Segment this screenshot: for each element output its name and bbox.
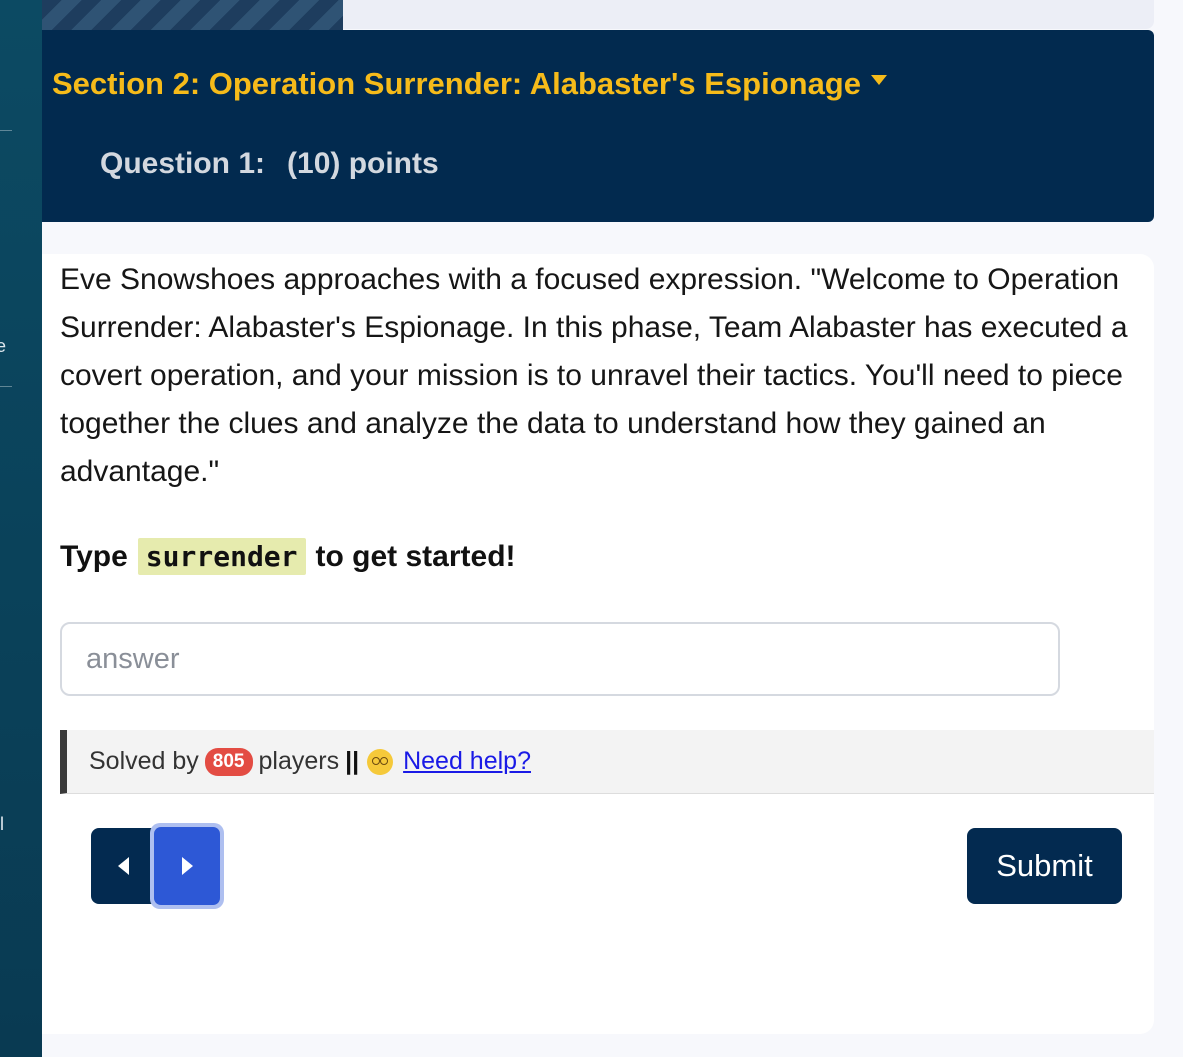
need-help-link[interactable]: Need help?: [367, 747, 531, 776]
top-bar: [343, 0, 1154, 29]
answer-input[interactable]: [60, 622, 1060, 696]
need-help-label: Need help?: [403, 747, 531, 775]
prompt-prefix: Type: [60, 539, 128, 573]
next-button-inner: [154, 827, 220, 905]
solved-count-badge: 805: [204, 747, 253, 776]
submit-button[interactable]: Submit: [967, 828, 1122, 904]
sidebar: e ll: [0, 0, 42, 1057]
sidebar-item-label[interactable]: e: [0, 336, 6, 357]
sidebar-divider: [0, 386, 12, 387]
solved-prefix: Solved by: [89, 747, 199, 775]
section-title: Section 2: Operation Surrender: Alabaste…: [52, 66, 861, 101]
sidebar-item-label[interactable]: ll: [0, 814, 4, 835]
separator: ||: [345, 747, 360, 775]
question-label: Question 1:: [100, 147, 266, 180]
caret-left-icon: [117, 857, 129, 875]
question-card: Eve Snowshoes approaches with a focused …: [42, 254, 1154, 1034]
prompt-code: surrender: [137, 538, 306, 575]
section-dropdown[interactable]: Section 2: Operation Surrender: Alabaste…: [52, 66, 887, 102]
points-label: (10) points: [287, 147, 439, 180]
previous-button[interactable]: [91, 828, 155, 904]
solved-bar: Solved by 805 players || Need help?: [60, 730, 1154, 794]
woozy-face-icon: [367, 748, 394, 775]
caret-down-icon: [870, 75, 887, 85]
sidebar-divider: [0, 130, 12, 131]
question-heading: Question 1: (10) points: [100, 147, 439, 181]
question-prompt: Type surrender to get started!: [60, 538, 516, 575]
question-description: Eve Snowshoes approaches with a focused …: [60, 263, 1128, 488]
next-button[interactable]: [150, 823, 224, 909]
caret-right-icon: [181, 857, 193, 875]
question-header: Section 2: Operation Surrender: Alabaste…: [42, 30, 1154, 222]
solved-suffix: players: [258, 747, 340, 775]
progress-stripe: [42, 0, 343, 30]
prompt-suffix: to get started!: [315, 539, 516, 573]
